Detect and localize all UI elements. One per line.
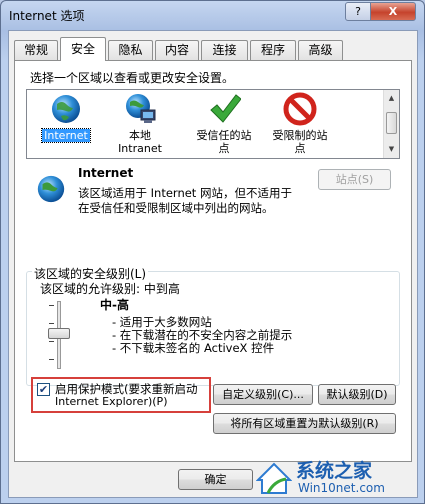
slider-tick — [49, 341, 54, 342]
zone-list[interactable]: Internet 本地 Intranet 受信任的站 点 受限制的站 点 ▲ ▼ — [26, 89, 400, 159]
house-logo-icon — [256, 462, 292, 494]
level-bullet-3: - 不下载未签名的 ActiveX 控件 — [112, 341, 275, 355]
zone-local-intranet-label-2: Intranet — [118, 142, 162, 155]
ok-button[interactable]: 确定 — [178, 469, 253, 490]
scroll-thumb[interactable] — [386, 112, 397, 134]
sites-button[interactable]: 站点(S) — [318, 169, 391, 190]
zone-restricted-label-2: 点 — [294, 142, 306, 155]
tab-connections[interactable]: 连接 — [201, 40, 248, 60]
zone-trusted-sites[interactable]: 受信任的站 点 — [187, 92, 261, 155]
checkmark-icon — [207, 92, 242, 126]
selected-zone-globe-icon — [35, 173, 67, 208]
slider-tick — [49, 359, 54, 360]
security-slider-thumb[interactable] — [48, 328, 70, 339]
watermark-brand: 系统之家 — [296, 460, 373, 482]
zone-local-intranet[interactable]: 本地 Intranet — [103, 92, 177, 155]
globe-icon — [49, 92, 83, 126]
slider-tick — [49, 305, 54, 306]
dialog-client-area: 常规 安全 隐私 内容 连接 程序 高级 选择一个区域以查看或更改安全设置。 I… — [8, 30, 418, 498]
zone-restricted-sites[interactable]: 受限制的站 点 — [263, 92, 337, 155]
zone-local-intranet-label-1: 本地 — [129, 129, 151, 142]
slider-tick — [49, 323, 54, 324]
selected-zone-desc-2: 在受信任和受限制区域中列出的网站。 — [78, 201, 274, 215]
zone-trusted-label-2: 点 — [218, 142, 230, 155]
allowed-levels-text: 该区域的允许级别: 中到高 — [40, 282, 180, 296]
reset-all-zones-button[interactable]: 将所有区域重置为默认级别(R) — [213, 413, 396, 434]
tab-advanced[interactable]: 高级 — [298, 40, 343, 60]
title-bar[interactable]: Internet 选项 ? X — [1, 1, 424, 29]
tab-privacy[interactable]: 隐私 — [108, 40, 153, 60]
selected-zone-desc-1: 该区域适用于 Internet 网站，但不适用于 — [78, 186, 292, 200]
watermark: 系统之家 Win10net.com — [256, 454, 422, 502]
no-entry-icon — [283, 92, 317, 126]
scroll-down-arrow-icon[interactable]: ▼ — [384, 142, 399, 157]
protected-mode-highlight — [31, 377, 211, 413]
zone-list-scrollbar[interactable]: ▲ ▼ — [383, 90, 399, 158]
watermark-url: Win10net.com — [298, 481, 385, 495]
help-button[interactable]: ? — [345, 2, 371, 21]
tab-security[interactable]: 安全 — [60, 37, 106, 61]
tab-general[interactable]: 常规 — [14, 40, 58, 60]
scroll-up-arrow-icon[interactable]: ▲ — [384, 91, 399, 106]
default-level-button[interactable]: 默认级别(D) — [318, 384, 396, 405]
internet-options-window: Internet 选项 ? X 常规 安全 隐私 内容 连接 程序 高级 选择一… — [0, 0, 425, 504]
zone-trusted-label-1: 受信任的站 — [196, 129, 252, 142]
security-level-name: 中-高 — [100, 298, 129, 312]
window-title: Internet 选项 — [9, 9, 85, 23]
zone-internet[interactable]: Internet — [29, 92, 103, 143]
security-tab-panel: 选择一个区域以查看或更改安全设置。 Internet 本地 Intranet 受… — [14, 60, 412, 462]
zone-prompt: 选择一个区域以查看或更改安全设置。 — [30, 71, 235, 85]
selected-zone-name: Internet — [78, 166, 134, 180]
custom-level-button[interactable]: 自定义级别(C)... — [213, 384, 313, 405]
zone-internet-label: Internet — [41, 128, 91, 143]
tab-content[interactable]: 内容 — [155, 40, 199, 60]
close-button[interactable]: X — [370, 2, 416, 21]
tab-programs[interactable]: 程序 — [250, 40, 296, 60]
zone-restricted-label-1: 受限制的站 — [272, 129, 328, 142]
local-intranet-icon — [123, 92, 157, 126]
